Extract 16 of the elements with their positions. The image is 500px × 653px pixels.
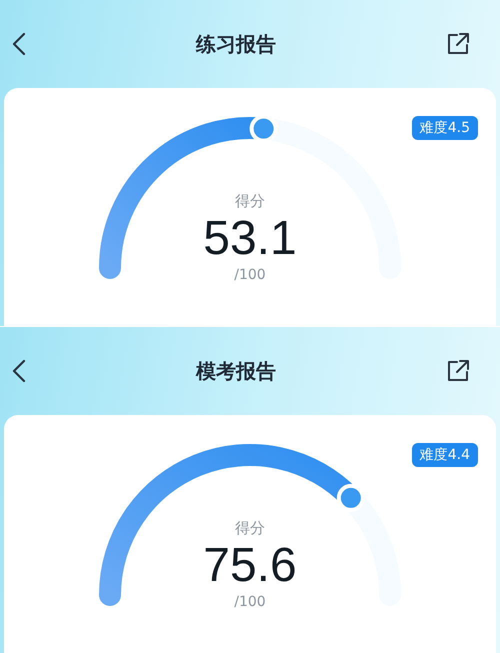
difficulty-badge: 难度4.4 — [412, 443, 478, 467]
share-icon[interactable] — [446, 32, 470, 56]
gauge-thumb — [336, 484, 365, 512]
score-max: /100 — [234, 594, 266, 610]
score-value: 75.6 — [203, 538, 297, 594]
back-icon[interactable] — [12, 32, 26, 56]
score-label: 得分 — [235, 519, 265, 538]
difficulty-badge: 难度4.5 — [412, 116, 478, 140]
page-title: 练习报告 — [196, 30, 276, 58]
score-value: 53.1 — [203, 211, 297, 267]
share-icon[interactable] — [446, 359, 470, 383]
gauge-thumb — [250, 114, 278, 143]
back-icon[interactable] — [12, 359, 26, 383]
page-title: 模考报告 — [196, 358, 276, 384]
score-label: 得分 — [235, 192, 265, 211]
score-max: /100 — [234, 267, 266, 283]
